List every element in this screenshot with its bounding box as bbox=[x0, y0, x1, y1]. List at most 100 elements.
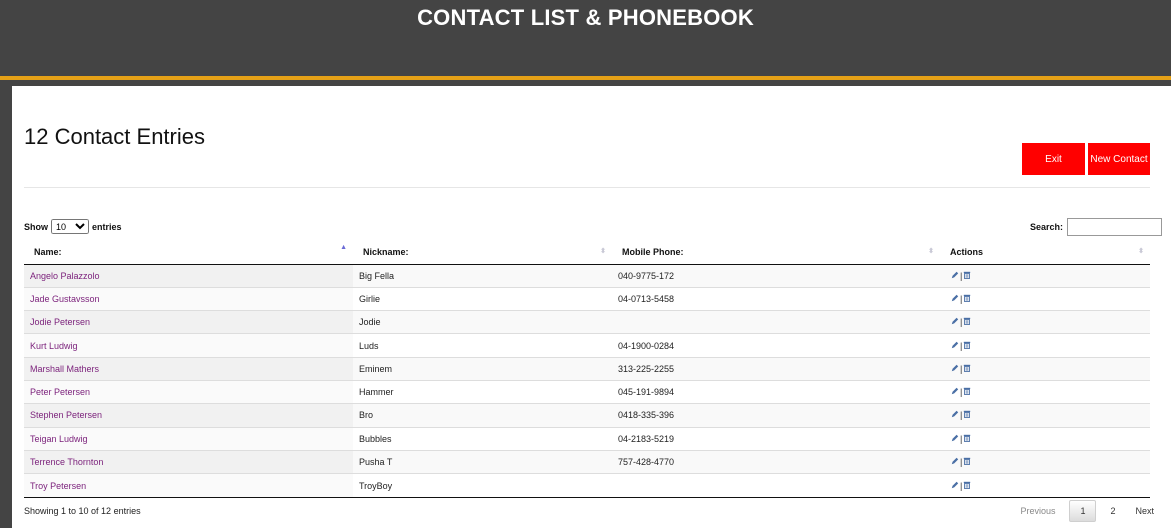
cell-nickname: Pusha T bbox=[353, 449, 612, 474]
contact-name-link[interactable]: Teigan Ludwig bbox=[30, 434, 88, 444]
search-control: Search: bbox=[1030, 218, 1162, 236]
cell-name: Troy Petersen bbox=[24, 473, 353, 497]
table-row: Teigan Ludwig Bubbles 04-2183-5219 | bbox=[24, 426, 1150, 451]
trash-icon[interactable] bbox=[963, 317, 971, 327]
contact-name-link[interactable]: Terrence Thornton bbox=[30, 457, 103, 467]
contact-name-link[interactable]: Stephen Petersen bbox=[30, 410, 102, 420]
cell-actions: | bbox=[940, 333, 1150, 358]
column-label: Mobile Phone: bbox=[622, 246, 684, 257]
contact-name-link[interactable]: Kurt Ludwig bbox=[30, 341, 78, 351]
pencil-icon[interactable] bbox=[951, 481, 959, 491]
action-separator: | bbox=[960, 480, 963, 491]
cell-name: Angelo Palazzolo bbox=[24, 263, 353, 288]
table-row: Peter Petersen Hammer 045-191-9894 | bbox=[24, 379, 1150, 404]
trash-icon[interactable] bbox=[963, 410, 971, 420]
pencil-icon[interactable] bbox=[951, 317, 959, 327]
row-actions: | bbox=[951, 341, 971, 351]
column-label: Name: bbox=[34, 246, 62, 257]
pencil-icon[interactable] bbox=[951, 364, 959, 374]
pencil-icon[interactable] bbox=[951, 410, 959, 420]
action-separator: | bbox=[960, 363, 963, 374]
cell-nickname: Bubbles bbox=[353, 426, 612, 451]
trash-icon[interactable] bbox=[963, 457, 971, 467]
trash-icon[interactable] bbox=[963, 341, 971, 351]
row-actions: | bbox=[951, 271, 971, 281]
cell-name: Jade Gustavsson bbox=[24, 286, 353, 311]
contact-name-link[interactable]: Jade Gustavsson bbox=[30, 294, 100, 304]
next-page-button[interactable]: Next bbox=[1125, 500, 1164, 522]
cell-nickname: Eminem bbox=[353, 356, 612, 381]
new-contact-button[interactable]: New Contact bbox=[1088, 143, 1150, 175]
search-label: Search: bbox=[1029, 222, 1063, 232]
contact-name-link[interactable]: Jodie Petersen bbox=[30, 317, 90, 327]
page-title: 12 Contact Entries bbox=[24, 124, 205, 149]
cell-name: Kurt Ludwig bbox=[24, 333, 353, 358]
show-label: Show bbox=[24, 221, 48, 232]
trash-icon[interactable] bbox=[963, 387, 971, 397]
cell-name: Stephen Petersen bbox=[24, 403, 353, 428]
cell-name: Jodie Petersen bbox=[24, 310, 353, 334]
table-row: Kurt Ludwig Luds 04-1900-0284 | bbox=[24, 333, 1150, 358]
contact-name-link[interactable]: Troy Petersen bbox=[30, 481, 86, 491]
previous-page-button[interactable]: Previous bbox=[1010, 500, 1065, 522]
table-header-row: Name: ▲ Nickname: ⬍ Mobile Phone: ⬍ Actions… bbox=[24, 240, 1150, 265]
search-input[interactable] bbox=[1067, 218, 1162, 236]
table-row: Terrence Thornton Pusha T 757-428-4770 | bbox=[24, 449, 1150, 474]
cell-phone bbox=[612, 473, 940, 497]
trash-icon[interactable] bbox=[963, 294, 971, 304]
entries-label: entries bbox=[92, 221, 122, 232]
page-button-2[interactable]: 2 bbox=[1100, 500, 1125, 522]
divider bbox=[24, 187, 1150, 188]
trash-icon[interactable] bbox=[963, 364, 971, 374]
contact-name-link[interactable]: Angelo Palazzolo bbox=[30, 271, 100, 281]
page-button-1[interactable]: 1 bbox=[1069, 500, 1097, 522]
row-actions: | bbox=[951, 317, 971, 327]
trash-icon[interactable] bbox=[963, 481, 971, 491]
cell-phone: 0418-335-396 bbox=[612, 403, 940, 428]
cell-actions: | bbox=[940, 310, 1150, 334]
cell-phone: 04-0713-5458 bbox=[612, 286, 940, 311]
sort-both-icon: ⬍ bbox=[1138, 248, 1144, 255]
column-header-phone[interactable]: Mobile Phone: ⬍ bbox=[612, 240, 940, 265]
trash-icon[interactable] bbox=[963, 271, 971, 281]
cell-actions: | bbox=[940, 379, 1150, 404]
cell-nickname: Bro bbox=[353, 403, 612, 428]
cell-name: Terrence Thornton bbox=[24, 449, 353, 474]
column-header-nickname[interactable]: Nickname: ⬍ bbox=[353, 240, 612, 265]
pencil-icon[interactable] bbox=[951, 294, 959, 304]
cell-actions: | bbox=[940, 263, 1150, 288]
column-label: Actions bbox=[950, 246, 984, 257]
cell-phone: 313-225-2255 bbox=[612, 356, 940, 381]
cell-phone: 04-1900-0284 bbox=[612, 333, 940, 358]
table-info: Showing 1 to 10 of 12 entries bbox=[24, 506, 141, 516]
table-row: Jade Gustavsson Girlie 04-0713-5458 | bbox=[24, 286, 1150, 311]
exit-button[interactable]: Exit bbox=[1022, 143, 1085, 175]
action-separator: | bbox=[960, 387, 963, 398]
page-length-select[interactable]: 10 bbox=[51, 219, 89, 234]
cell-nickname: Luds bbox=[353, 333, 612, 358]
page-length-control: Show 10 entries bbox=[24, 219, 122, 234]
cell-nickname: TroyBoy bbox=[353, 473, 612, 497]
pencil-icon[interactable] bbox=[951, 457, 959, 467]
pencil-icon[interactable] bbox=[951, 434, 959, 444]
trash-icon[interactable] bbox=[963, 434, 971, 444]
cell-nickname: Big Fella bbox=[353, 263, 612, 288]
cell-name: Peter Petersen bbox=[24, 379, 353, 404]
accent-bar bbox=[0, 76, 1171, 80]
cell-actions: | bbox=[940, 473, 1150, 497]
pencil-icon[interactable] bbox=[951, 387, 959, 397]
table-row: Troy Petersen TroyBoy | bbox=[24, 473, 1150, 497]
contact-name-link[interactable]: Marshall Mathers bbox=[30, 364, 99, 374]
pencil-icon[interactable] bbox=[951, 271, 959, 281]
cell-actions: | bbox=[940, 426, 1150, 451]
pencil-icon[interactable] bbox=[951, 341, 959, 351]
column-header-actions[interactable]: Actions ⬍ bbox=[940, 240, 1150, 265]
app-header: CONTACT LIST & PHONEBOOK bbox=[0, 0, 1171, 76]
cell-phone: 045-191-9894 bbox=[612, 379, 940, 404]
column-header-name[interactable]: Name: ▲ bbox=[24, 240, 353, 265]
cell-actions: | bbox=[940, 286, 1150, 311]
table-row: Stephen Petersen Bro 0418-335-396 | bbox=[24, 403, 1150, 428]
sort-asc-icon: ▲ bbox=[340, 244, 347, 251]
contact-name-link[interactable]: Peter Petersen bbox=[30, 387, 90, 397]
cell-nickname: Girlie bbox=[353, 286, 612, 311]
